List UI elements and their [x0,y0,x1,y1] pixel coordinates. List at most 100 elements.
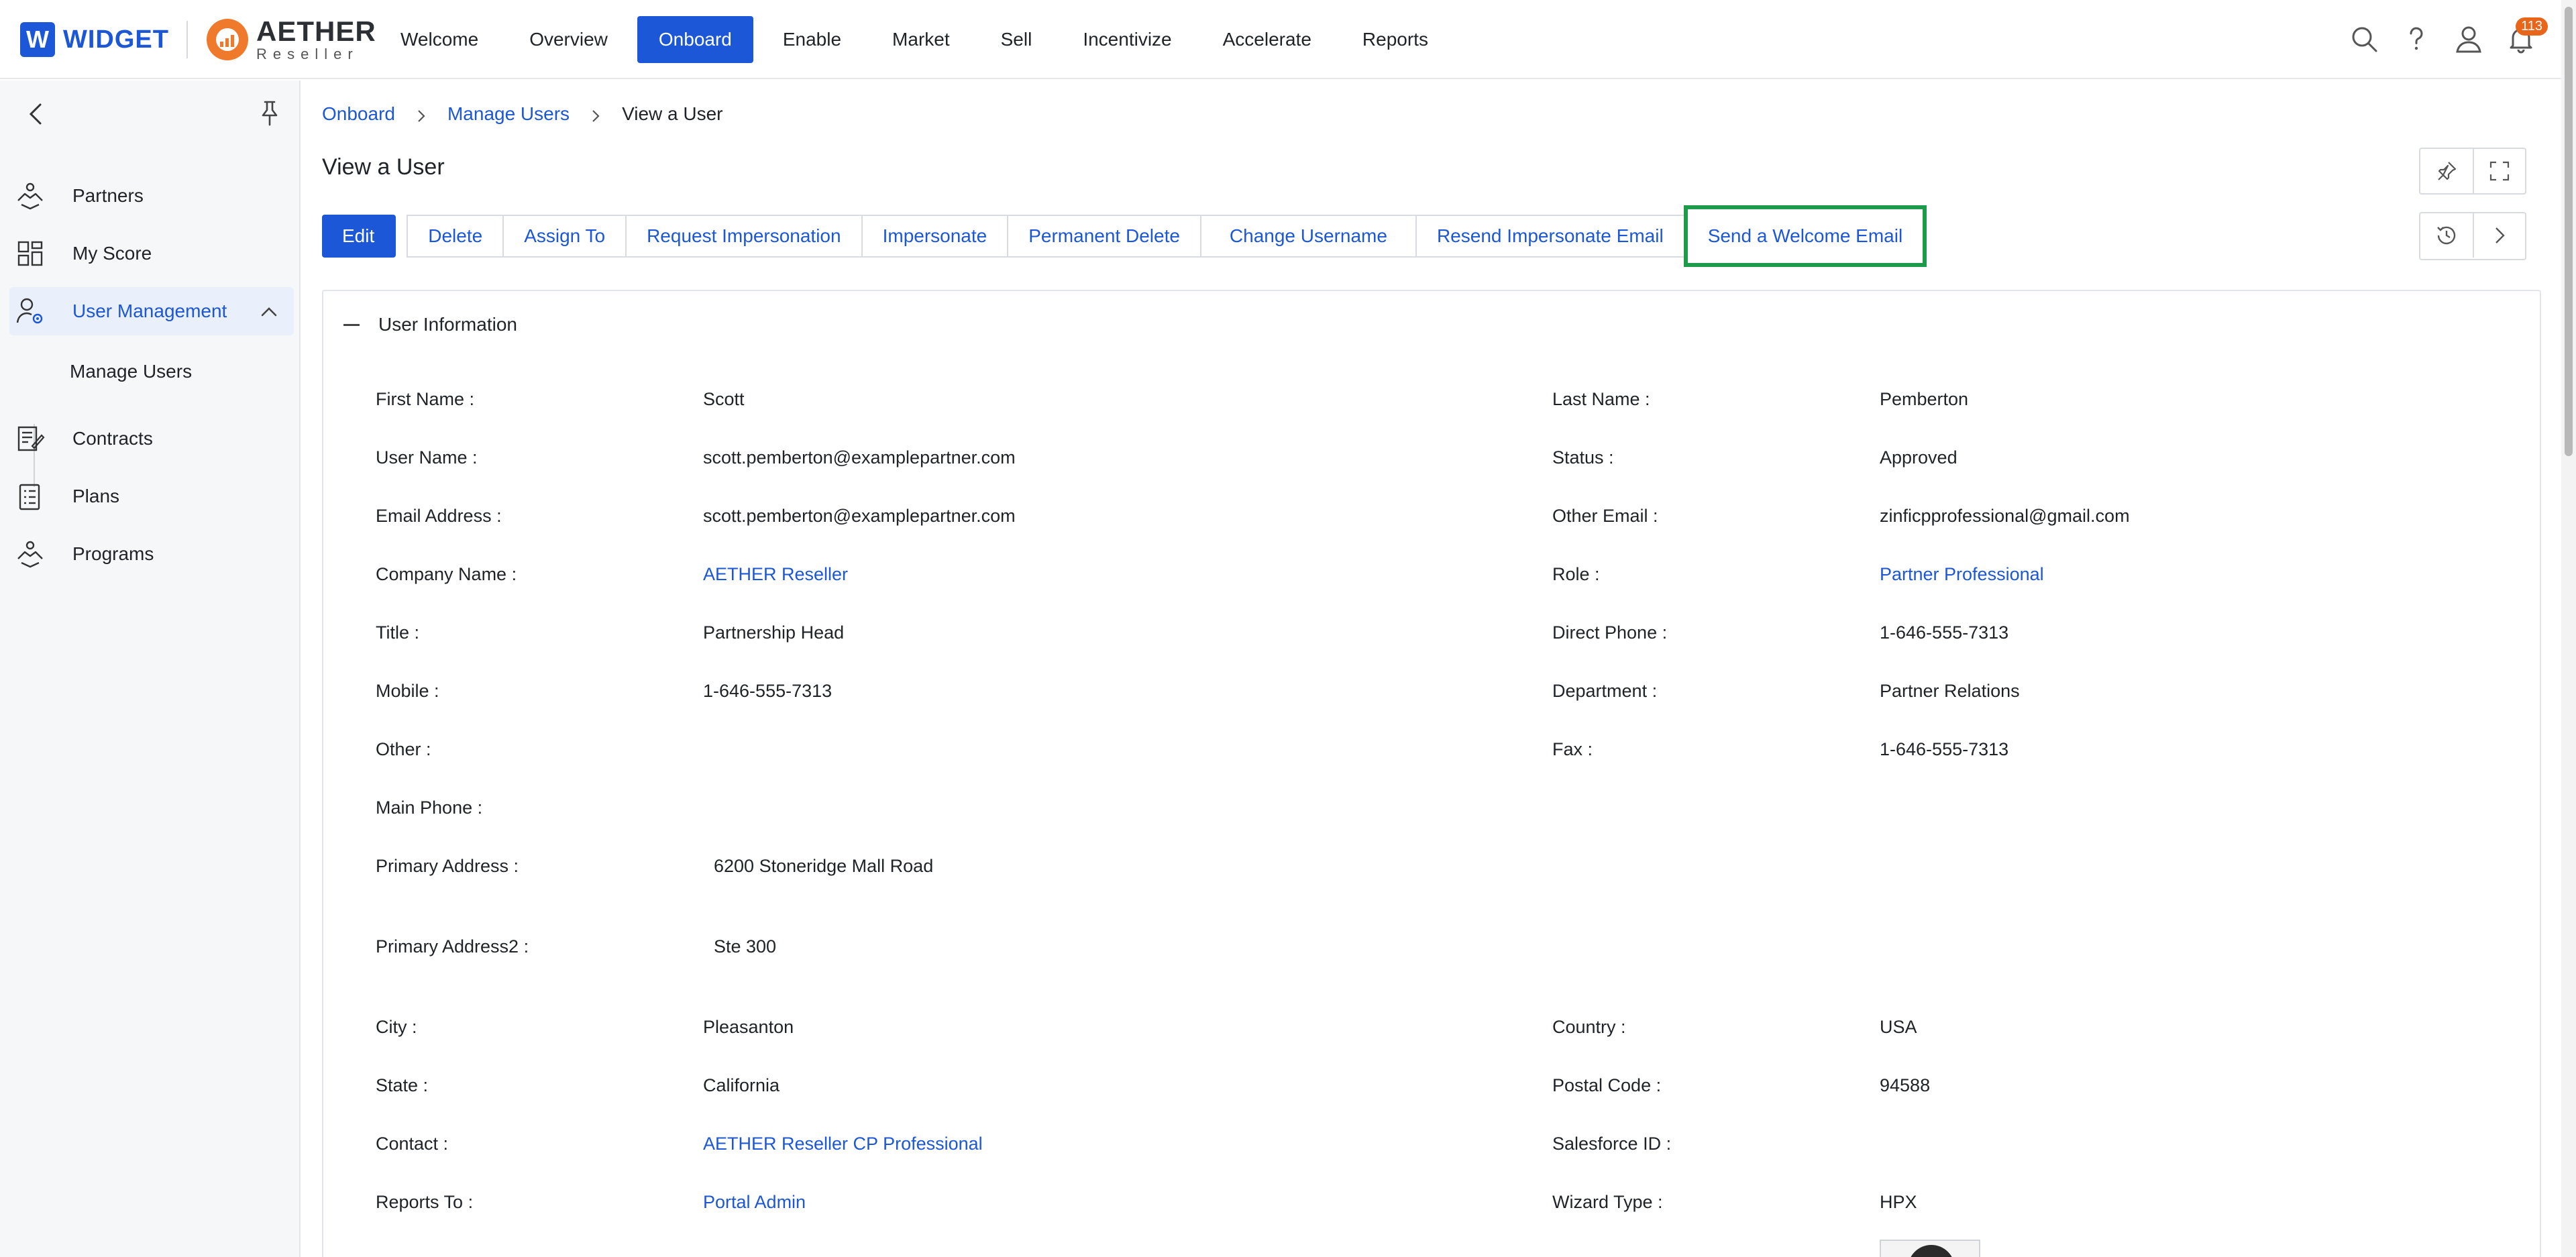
field-value-first-name: Scott [703,389,745,409]
field-value-fax: 1-646-555-7313 [1880,739,2009,759]
fullscreen-icon[interactable] [2473,149,2525,193]
nav-accelerate[interactable]: Accelerate [1201,16,1333,63]
delete-button[interactable]: Delete [407,215,504,258]
field-label: Other : [376,739,431,759]
nav-reports[interactable]: Reports [1341,16,1450,63]
reports-to-link[interactable]: Portal Admin [703,1192,806,1213]
sidebar-subitem-manage-users[interactable]: Manage Users [70,361,192,382]
brand[interactable]: W WIDGET AETHER Reseller [20,17,376,62]
field-row: State : California Postal Code : 94588 [323,1075,2542,1102]
user-icon[interactable] [2454,24,2483,54]
field-label: Role : [1552,564,1600,584]
field-label: Postal Code : [1552,1075,1662,1095]
field-value-postal-code: 94588 [1880,1075,1931,1095]
aether-logo [206,19,248,60]
sidebar-item-label: User Management [72,300,227,321]
sidebar-item-label: My Score [72,243,152,264]
nav-incentivize[interactable]: Incentivize [1061,16,1193,63]
field-label: Company Name : [376,564,517,584]
history-controls [2419,212,2526,260]
main-content: Onboard Manage Users View a User View a … [301,80,2561,1257]
sidebar-item-my-score[interactable]: My Score [9,229,294,278]
sidebar-item-contracts[interactable]: Contracts [9,415,294,463]
breadcrumb-current: View a User [622,103,723,124]
field-label: Department : [1552,681,1658,701]
sidebar-item-plans[interactable]: Plans [9,472,294,521]
panel-header[interactable]: User Information [343,314,517,335]
nav-welcome[interactable]: Welcome [379,16,500,63]
partners-icon [15,180,46,211]
nav-enable[interactable]: Enable [761,16,863,63]
edit-button[interactable]: Edit [322,215,396,258]
nav-overview[interactable]: Overview [508,16,629,63]
field-label: Contact : [376,1134,449,1154]
contact-link[interactable]: AETHER Reseller CP Professional [703,1134,983,1154]
widget-logo-text: WIDGET [63,25,169,54]
help-icon[interactable] [2402,24,2431,54]
field-row: Primary Address : 6200 Stoneridge Mall R… [323,856,2542,883]
change-username-button[interactable]: Change Username [1201,215,1417,258]
resend-impersonate-email-button[interactable]: Resend Impersonate Email [1416,215,1685,258]
pin-icon[interactable] [2420,149,2473,193]
permanent-delete-button[interactable]: Permanent Delete [1008,215,1201,258]
aether-logo-text: AETHER Reseller [256,17,376,62]
sidebar-item-partners[interactable]: Partners [9,172,294,220]
search-icon[interactable] [2349,24,2379,54]
field-value-primary-address2: Ste 300 [714,936,777,957]
assign-to-button[interactable]: Assign To [504,215,627,258]
nav-sell[interactable]: Sell [979,16,1054,63]
pin-icon[interactable] [255,98,284,127]
chevron-left-icon[interactable] [23,101,50,127]
field-label: User Name : [376,447,478,468]
checklist-icon [15,481,46,512]
field-label: Other Email : [1552,506,1658,526]
user-information-panel: User Information First Name : Scott Last… [322,290,2541,1257]
field-row: User Name : scott.pemberton@examplepartn… [323,447,2542,474]
field-value-primary-address: 6200 Stoneridge Mall Road [714,856,934,876]
breadcrumb-manage-users[interactable]: Manage Users [447,103,570,125]
chevron-up-icon[interactable] [259,302,279,322]
request-impersonation-button[interactable]: Request Impersonation [627,215,863,258]
sidebar-item-label: Programs [72,543,154,564]
chevron-right-icon [414,107,429,122]
top-bar: W WIDGET AETHER Reseller Welcome Overvie… [0,0,2576,79]
field-row-partial [323,1240,2542,1257]
history-icon[interactable] [2420,213,2473,258]
dashboard-icon [15,238,46,269]
nav-market[interactable]: Market [871,16,971,63]
nav-onboard[interactable]: Onboard [637,16,753,63]
programs-icon [15,539,46,569]
field-row: Email Address : scott.pemberton@examplep… [323,506,2542,533]
role-link[interactable]: Partner Professional [1880,564,2044,585]
field-label: Email Address : [376,506,502,526]
page-title: View a User [322,154,445,180]
field-label: Primary Address : [376,856,519,876]
field-label: Last Name : [1552,389,1650,409]
impersonate-button[interactable]: Impersonate [862,215,1009,258]
field-value-email: scott.pemberton@examplepartner.com [703,506,1016,526]
chevron-right-icon[interactable] [2473,213,2525,258]
bell-icon[interactable]: 113 [2506,17,2548,54]
field-value-country: USA [1880,1017,1917,1037]
company-link[interactable]: AETHER Reseller [703,564,848,585]
scrollbar-thumb[interactable] [2565,7,2573,456]
collapse-icon[interactable] [343,323,360,326]
field-value-wizard-type: HPX [1880,1192,1917,1212]
field-label: State : [376,1075,429,1095]
field-label: Title : [376,622,420,643]
sidebar-header [0,80,299,148]
sidebar: Partners My Score User Management Manage… [0,80,301,1257]
action-bar: Edit Delete Assign To Request Impersonat… [322,205,1927,267]
field-row: Company Name : AETHER Reseller Role : Pa… [323,564,2542,591]
sidebar-item-user-management[interactable]: User Management [9,287,294,335]
field-row: Main Phone : [323,798,2542,824]
field-row: Contact : AETHER Reseller CP Professiona… [323,1134,2542,1160]
notification-badge: 113 [2516,17,2548,36]
send-welcome-email-button[interactable]: Send a Welcome Email [1683,205,1927,267]
field-value-user-name: scott.pemberton@examplepartner.com [703,447,1016,468]
page-scrollbar[interactable] [2561,0,2576,1257]
user-photo [1880,1240,1980,1257]
field-row: Other : Fax : 1-646-555-7313 [323,739,2542,766]
sidebar-item-programs[interactable]: Programs [9,530,294,578]
breadcrumb-onboard[interactable]: Onboard [322,103,395,125]
